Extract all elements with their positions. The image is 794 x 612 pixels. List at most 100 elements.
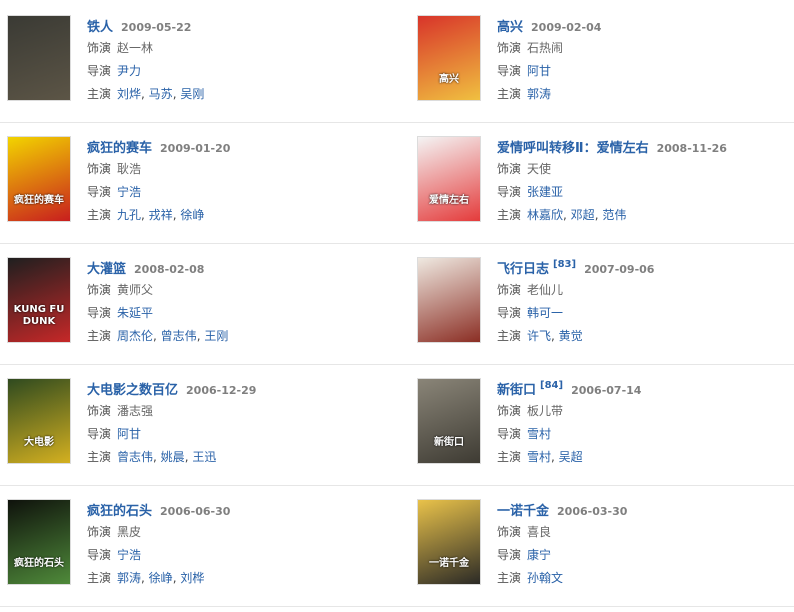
director-line: 导演 宁浩 — [87, 181, 387, 204]
role-label: 饰演 — [497, 404, 522, 418]
cast-label: 主演 — [87, 329, 112, 343]
cast-link[interactable]: 孙翰文 — [527, 571, 563, 585]
director-link[interactable]: 张建亚 — [527, 185, 563, 199]
name-separator: , — [153, 329, 161, 343]
role-line: 饰演 耿浩 — [87, 158, 387, 181]
release-date: 2006-07-14 — [571, 384, 642, 397]
poster-caption: 高兴 — [439, 74, 459, 85]
film-poster[interactable]: 疯狂的石头 — [7, 499, 71, 585]
row-divider — [0, 606, 794, 607]
cast-link[interactable]: 邓超 — [571, 208, 595, 222]
cast-link[interactable]: 王刚 — [204, 329, 228, 343]
cast-link[interactable]: 马苏 — [149, 87, 173, 101]
film-title-link[interactable]: 高兴 — [497, 20, 523, 35]
cast-link[interactable]: 周杰伦 — [117, 329, 153, 343]
cast-link[interactable]: 雪村 — [527, 450, 551, 464]
role-label: 饰演 — [87, 41, 112, 55]
cast-label: 主演 — [497, 208, 522, 222]
cast-link[interactable]: 曾志伟 — [161, 329, 197, 343]
cast-link[interactable]: 刘烨 — [117, 87, 141, 101]
release-date: 2009-02-04 — [531, 21, 602, 34]
role-line: 饰演 黄师父 — [87, 279, 387, 302]
film-title-line: 疯狂的石头 2006-06-30 — [87, 499, 387, 521]
director-link[interactable]: 宁浩 — [117, 548, 141, 562]
cast-link[interactable]: 姚晨 — [161, 450, 185, 464]
director-label: 导演 — [497, 64, 522, 78]
film-title-link[interactable]: 大电影之数百亿 — [87, 383, 178, 398]
film-title-line: 大电影之数百亿 2006-12-29 — [87, 378, 387, 400]
poster-caption: 一诺千金 — [429, 558, 469, 569]
film-poster[interactable]: 爱情左右 — [417, 136, 481, 222]
film-info: 大灌篮 2008-02-08 饰演 黄师父 导演 朱延平 主演 周杰伦, 曾志伟, 王刚 — [87, 257, 387, 348]
director-link[interactable]: 韩可一 — [527, 306, 563, 320]
director-label: 导演 — [497, 185, 522, 199]
cast-link[interactable]: 黄觉 — [559, 329, 583, 343]
role-line: 饰演 潘志强 — [87, 400, 387, 423]
role-name: 石热闹 — [527, 41, 564, 55]
cast-line: 主演 许飞, 黄觉 — [497, 325, 794, 348]
cast-line: 主演 刘烨, 马苏, 吴刚 — [87, 83, 387, 106]
role-label: 饰演 — [87, 404, 112, 418]
film-title-link[interactable]: 大灌篮 — [87, 262, 126, 277]
cast-link[interactable]: 王迅 — [192, 450, 216, 464]
citation-link[interactable]: [84] — [540, 380, 563, 391]
cast-link[interactable]: 九孔 — [117, 208, 141, 222]
director-line: 导演 雪村 — [497, 423, 794, 446]
film-poster[interactable] — [417, 257, 481, 343]
cast-link[interactable]: 郭涛 — [527, 87, 551, 101]
role-label: 饰演 — [497, 525, 522, 539]
cast-link[interactable]: 吴刚 — [180, 87, 204, 101]
film-title-link[interactable]: 疯狂的石头 — [87, 504, 152, 519]
film-title-line: 爱情呼叫转移Ⅱ：爱情左右 2008-11-26 — [497, 136, 794, 158]
cast-link[interactable]: 徐峥 — [149, 571, 173, 585]
film-poster[interactable]: 新街口 — [417, 378, 481, 464]
director-line: 导演 韩可一 — [497, 302, 794, 325]
film-title-link[interactable]: 飞行日志 — [497, 262, 549, 277]
film-poster[interactable]: 一诺千金 — [417, 499, 481, 585]
director-link[interactable]: 尹力 — [117, 64, 141, 78]
cast-link[interactable]: 徐峥 — [180, 208, 204, 222]
film-title-link[interactable]: 新街口 — [497, 383, 536, 398]
film-poster[interactable]: 大电影 — [7, 378, 71, 464]
director-link[interactable]: 康宁 — [527, 548, 551, 562]
cast-link[interactable]: 范伟 — [602, 208, 626, 222]
cast-link[interactable]: 戎祥 — [149, 208, 173, 222]
cast-link[interactable]: 郭涛 — [117, 571, 141, 585]
role-name: 耿浩 — [117, 162, 142, 176]
cast-line: 主演 雪村, 吴超 — [497, 446, 794, 469]
film-info: 疯狂的赛车 2009-01-20 饰演 耿浩 导演 宁浩 主演 九孔, 戎祥, 徐峥 — [87, 136, 387, 227]
film-poster[interactable] — [7, 15, 71, 101]
role-label: 饰演 — [497, 41, 522, 55]
film-title-link[interactable]: 铁人 — [87, 20, 113, 35]
director-label: 导演 — [497, 548, 522, 562]
cast-link[interactable]: 刘桦 — [180, 571, 204, 585]
poster-caption: 新街口 — [434, 437, 464, 448]
director-line: 导演 尹力 — [87, 60, 387, 83]
film-poster[interactable]: KUNG FU DUNK — [7, 257, 71, 343]
cast-line: 主演 郭涛 — [497, 83, 794, 106]
role-line: 饰演 喜良 — [497, 521, 794, 544]
cast-link[interactable]: 林嘉欣 — [527, 208, 563, 222]
cast-link[interactable]: 曾志伟 — [117, 450, 153, 464]
role-name: 潘志强 — [117, 404, 154, 418]
director-link[interactable]: 阿甘 — [527, 64, 551, 78]
director-link[interactable]: 宁浩 — [117, 185, 141, 199]
role-label: 饰演 — [497, 162, 522, 176]
cast-link[interactable]: 许飞 — [527, 329, 551, 343]
director-link[interactable]: 阿甘 — [117, 427, 141, 441]
film-title-link[interactable]: 一诺千金 — [497, 504, 549, 519]
director-link[interactable]: 朱延平 — [117, 306, 153, 320]
director-link[interactable]: 雪村 — [527, 427, 551, 441]
film-title-line: 新街口 [84] 2006-07-14 — [497, 378, 794, 400]
role-name: 老仙儿 — [527, 283, 564, 297]
cast-label: 主演 — [87, 87, 112, 101]
role-label: 饰演 — [87, 162, 112, 176]
film-title-link[interactable]: 爱情呼叫转移Ⅱ：爱情左右 — [497, 141, 649, 156]
film-title-link[interactable]: 疯狂的赛车 — [87, 141, 152, 156]
citation-link[interactable]: [83] — [553, 259, 576, 270]
role-line: 饰演 赵一林 — [87, 37, 387, 60]
cast-link[interactable]: 吴超 — [559, 450, 583, 464]
film-info: 高兴 2009-02-04 饰演 石热闹 导演 阿甘主演 郭涛 — [497, 15, 794, 106]
film-poster[interactable]: 高兴 — [417, 15, 481, 101]
film-poster[interactable]: 疯狂的赛车 — [7, 136, 71, 222]
